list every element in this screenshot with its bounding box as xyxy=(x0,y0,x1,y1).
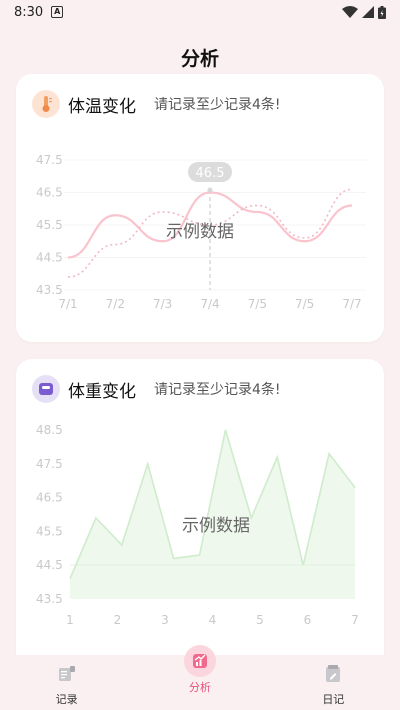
battery-icon xyxy=(378,5,386,19)
status-right xyxy=(342,5,386,19)
weight-y-tick: 45.5 xyxy=(36,524,63,538)
weight-x-tick: 4 xyxy=(209,613,217,627)
wifi-icon xyxy=(342,6,358,18)
temp-x-tick: 7/7 xyxy=(342,297,361,311)
temp-y-tick: 46.5 xyxy=(36,186,63,200)
temp-x-tick: 7/5 xyxy=(295,297,314,311)
weight-y-tick: 43.5 xyxy=(36,592,63,606)
nav-item-analysis[interactable]: 分析 xyxy=(155,645,245,695)
nav-label-record: 记录 xyxy=(55,693,78,706)
temp-tooltip-value: 46.5 xyxy=(196,166,225,181)
weight-chart: 48.5 47.5 46.5 45.5 44.5 43.51 2 3 4 5 6 7 示例数据 xyxy=(36,423,359,627)
weight-sample-watermark: 示例数据 xyxy=(182,516,250,536)
temp-x-tick: 7/2 xyxy=(106,297,125,311)
weight-card: 48.5 47.5 46.5 45.5 44.5 43.5 1 2 3 4 5 6 7 示例数据 体重变化… xyxy=(16,359,384,659)
nav-item-record[interactable]: 记录 xyxy=(22,655,112,707)
nav-label-diary: 日记 xyxy=(322,693,345,706)
weight-y-tick: 46.5 xyxy=(36,491,63,505)
nav-label-analysis: 分析 xyxy=(188,681,211,694)
notification-a-icon: A xyxy=(51,6,64,18)
temperature-card-header: 体温变化 请记录至少记录4条! xyxy=(32,90,281,118)
temp-tooltip-dot xyxy=(207,187,213,193)
weight-x-tick: 2 xyxy=(114,613,122,627)
temp-y-tick: 45.5 xyxy=(36,218,63,232)
weight-x-tick: 3 xyxy=(161,613,169,627)
weight-card-title: 体重变化 xyxy=(68,381,136,402)
weight-y-tick: 47.5 xyxy=(36,457,63,471)
thermometer-icon xyxy=(32,90,60,118)
temp-x-tick: 7/4 xyxy=(200,297,219,311)
temp-x-tick: 7/1 xyxy=(58,297,77,311)
signal-icon xyxy=(362,6,374,18)
weight-area-fill xyxy=(70,430,355,599)
status-left: 8:30 A xyxy=(14,4,64,20)
temp-y-tick: 44.5 xyxy=(36,251,63,265)
status-bar: 8:30 A xyxy=(0,0,400,24)
page-title: 分析 xyxy=(180,48,219,70)
temp-sample-watermark: 示例数据 xyxy=(166,222,234,242)
weight-y-tick: 48.5 xyxy=(36,423,63,437)
temperature-card-hint: 请记录至少记录4条! xyxy=(154,97,281,113)
weight-card-header: 体重变化 请记录至少记录4条! xyxy=(32,375,281,403)
weight-y-tick: 44.5 xyxy=(36,558,63,572)
status-time: 8:30 xyxy=(14,4,44,20)
temp-x-tick: 7/3 xyxy=(153,297,172,311)
diary-icon xyxy=(318,659,348,689)
weight-x-tick: 7 xyxy=(351,613,359,627)
temperature-card: 47.5 46.5 45.5 44.5 43.5 7/1 7/2 7/3 7/4 7/5 7/5 7/… xyxy=(16,74,384,342)
bottom-nav: 记录 分析 日记 xyxy=(0,645,400,710)
temp-y-tick: 43.5 xyxy=(36,283,63,297)
analysis-icon xyxy=(183,645,216,677)
temp-y-tick: 47.5 xyxy=(36,153,63,167)
weight-card-hint: 请记录至少记录4条! xyxy=(154,382,281,398)
record-icon xyxy=(52,659,82,689)
weight-x-tick: 5 xyxy=(256,613,264,627)
scale-icon xyxy=(32,375,60,403)
temp-x-tick: 7/5 xyxy=(248,297,267,311)
temperature-card-title: 体温变化 xyxy=(68,96,136,117)
weight-x-tick: 1 xyxy=(66,613,74,627)
nav-item-diary[interactable]: 日记 xyxy=(288,655,378,707)
weight-x-tick: 6 xyxy=(304,613,312,627)
